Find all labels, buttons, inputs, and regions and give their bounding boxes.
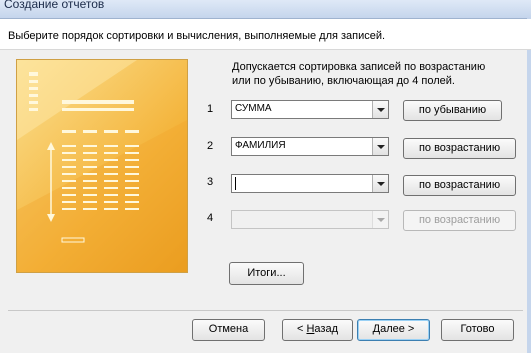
sort-row-number: 3 [207, 176, 214, 188]
window-border [527, 18, 531, 353]
finish-button[interactable]: Готово [441, 319, 514, 341]
sort-field-1-combo[interactable]: СУММА [231, 100, 389, 119]
cancel-button[interactable]: Отмена [192, 319, 265, 341]
sort-field-3-combo[interactable] [231, 174, 389, 193]
window-title: Создание отчетов [4, 0, 105, 11]
dropdown-arrow-icon[interactable] [372, 101, 388, 118]
window-titlebar: Создание отчетов [0, 0, 531, 19]
sort-instructions: Допускается сортировка записей по возрас… [232, 61, 486, 87]
report-illustration [16, 59, 188, 273]
next-button-rest: алее > [380, 323, 415, 335]
sort-row-number: 2 [207, 140, 214, 152]
dropdown-arrow-icon[interactable] [372, 138, 388, 155]
sort-field-2-value: ФАМИЛИЯ [235, 140, 286, 151]
sort-field-1-value: СУММА [235, 103, 272, 114]
sort-order-3-button[interactable]: по возрастанию [403, 175, 516, 196]
summary-options-button[interactable]: Итоги... [229, 262, 304, 285]
footer-divider [8, 310, 523, 311]
sort-order-2-button[interactable]: по возрастанию [403, 138, 516, 159]
back-button[interactable]: < Назад [282, 319, 353, 341]
text-caret [235, 177, 236, 190]
report-preview-icon [17, 60, 187, 272]
next-button[interactable]: Далее > [357, 319, 430, 341]
sort-row-number: 4 [207, 212, 214, 224]
sort-order-4-button[interactable]: по возрастанию [403, 210, 516, 231]
header-text: Выберите порядок сортировки и вычисления… [8, 30, 386, 42]
wizard-header: Выберите порядок сортировки и вычисления… [0, 19, 531, 50]
sort-field-4-combo[interactable] [231, 210, 389, 229]
sort-order-1-button[interactable]: по убыванию [403, 100, 502, 121]
sort-field-2-combo[interactable]: ФАМИЛИЯ [231, 137, 389, 156]
dropdown-arrow-icon[interactable] [372, 175, 388, 192]
sort-row-number: 1 [207, 103, 214, 115]
back-button-rest: азад [314, 323, 338, 335]
dropdown-arrow-icon[interactable] [372, 211, 388, 228]
next-button-mnemonic: Д [372, 323, 381, 335]
